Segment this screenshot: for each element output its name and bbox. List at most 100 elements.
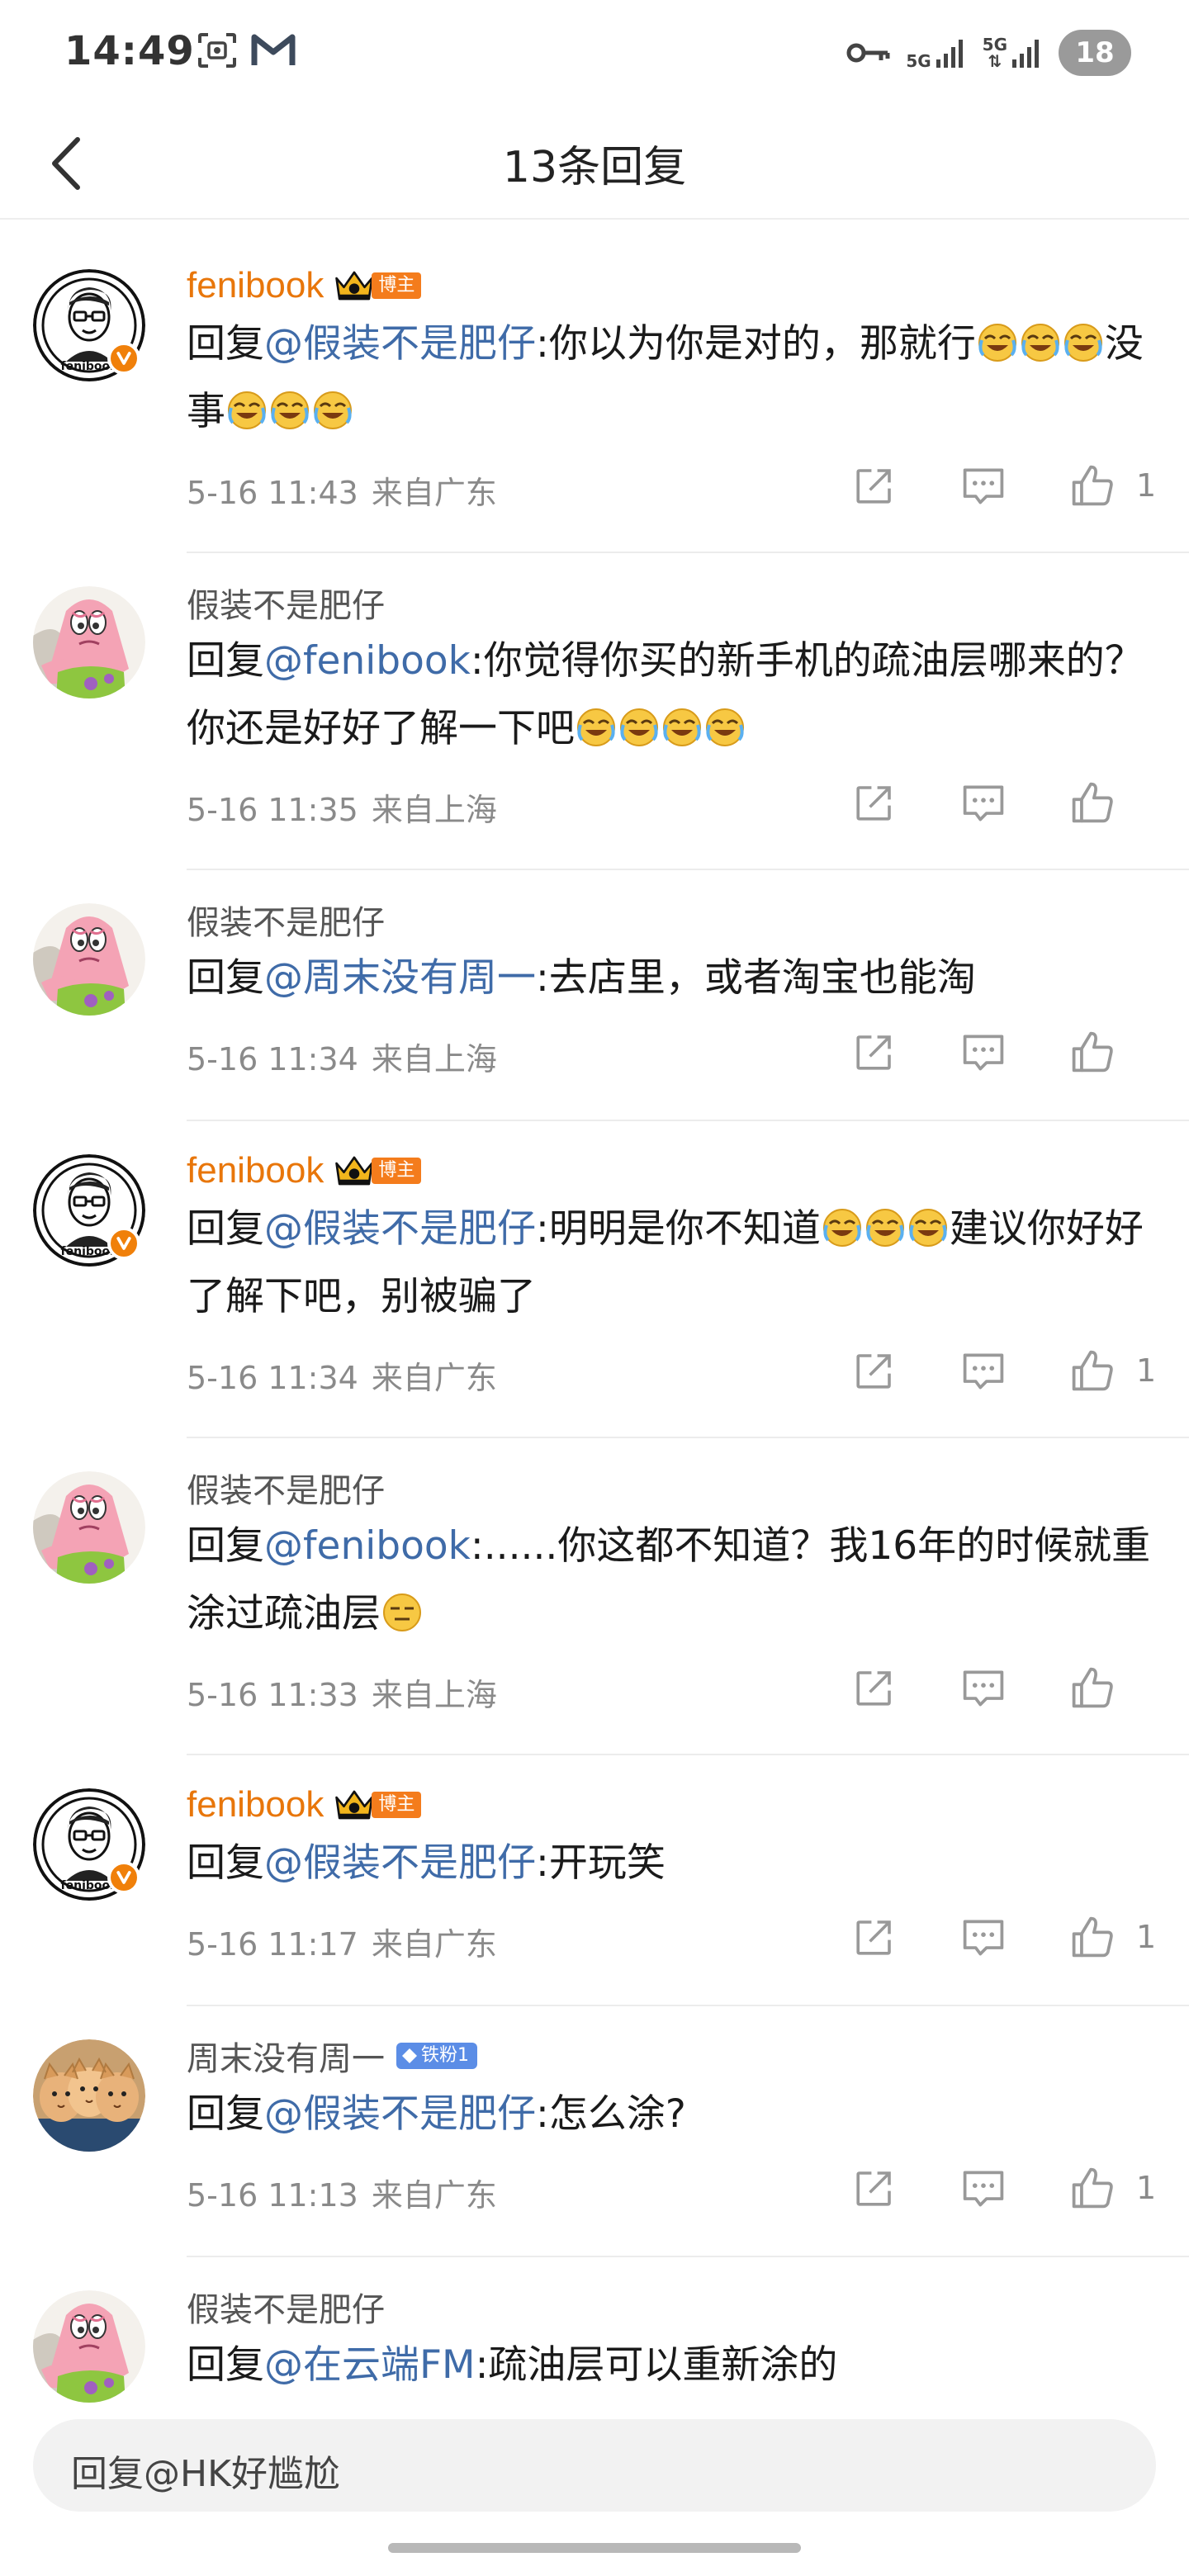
avatar[interactable] [33, 2039, 145, 2152]
location: 来自上海 [371, 1677, 497, 1713]
laugh-cry-emoji-icon [618, 707, 660, 748]
like-button[interactable] [1063, 1661, 1121, 1714]
username[interactable]: 假装不是肥仔 [187, 2283, 385, 2331]
key-icon [846, 43, 890, 63]
comment-button[interactable] [955, 1661, 1012, 1714]
smirk-emoji-icon [381, 1592, 423, 1633]
status-right-icons: 5G 5G ⇅ 18 [846, 30, 1131, 76]
username[interactable]: 假装不是肥仔 [187, 1464, 385, 1512]
reply-text: 回复@假装不是肥仔:明明是你不知道 建议你好好了解下吧，别被骗了 [187, 1206, 1144, 1319]
reply-item: 假装不是肥仔 回复@fenibook:你觉得你买的新手机的疏油层哪来的？你还是好… [0, 553, 1189, 870]
location: 来自广东 [371, 2177, 497, 2214]
username[interactable]: fenibook [187, 1150, 324, 1191]
avatar[interactable] [33, 586, 145, 698]
share-icon [852, 1348, 897, 1393]
share-button[interactable] [846, 1344, 903, 1397]
mention-link[interactable]: @假装不是肥仔 [264, 2091, 536, 2137]
author-badge: 博主 [372, 1158, 422, 1184]
like-button[interactable] [1063, 1025, 1121, 1078]
share-button[interactable] [846, 459, 903, 512]
like-icon [1069, 462, 1116, 509]
comment-icon [960, 1029, 1007, 1075]
mention-link[interactable]: @假装不是肥仔 [264, 1206, 536, 1252]
username[interactable]: 假装不是肥仔 [187, 579, 385, 627]
share-icon [852, 1030, 897, 1074]
like-icon [1069, 2165, 1116, 2211]
timestamp: 5-16 11:17 [187, 1926, 358, 1963]
comment-icon [960, 1914, 1007, 1960]
reply-text: 回复@周末没有周一:去店里，或者淘宝也能淘 [187, 955, 976, 1001]
reply-text: 回复@假装不是肥仔:你以为你是对的，那就行 没事 [187, 321, 1144, 434]
reply-item: fenibook 博主 回复@假装不是肥仔:你以为你是对的，那就行 没事 5-16… [0, 236, 1189, 553]
mention-link[interactable]: @假装不是肥仔 [264, 1840, 536, 1886]
reply-input[interactable]: 回复@HK好尴尬 [33, 2419, 1156, 2512]
comment-icon [960, 1347, 1007, 1394]
like-button[interactable] [1063, 1911, 1121, 1963]
mention-link[interactable]: @周末没有周一 [264, 955, 536, 1001]
avatar[interactable] [33, 903, 145, 1016]
timestamp: 5-16 11:34 [187, 1041, 358, 1077]
like-count: 1 [1136, 2170, 1157, 2206]
reply-item: 假装不是肥仔 回复@周末没有周一:去店里，或者淘宝也能淘 5-16 11:34 来… [0, 870, 1189, 1121]
reply-text: 回复@在云端FM:疏油层可以重新涂的 [187, 2342, 838, 2388]
share-icon [852, 2166, 897, 2210]
share-button[interactable] [846, 1911, 903, 1963]
share-icon [852, 1915, 897, 1959]
crown-badge: 博主 [334, 1788, 422, 1821]
comment-button[interactable] [955, 2162, 1012, 2214]
like-button[interactable] [1063, 776, 1121, 829]
reply-meta: 5-16 11:43 来自广东 [187, 467, 497, 513]
signal-icon-2 [1012, 40, 1039, 68]
location: 来自上海 [371, 1041, 497, 1077]
reply-text: 回复@fenibook:你觉得你买的新手机的疏油层哪来的？你还是好好了解一下吧 [187, 638, 1144, 751]
author-badge: 博主 [372, 1792, 422, 1818]
share-button[interactable] [846, 1661, 903, 1714]
comment-button[interactable] [955, 1344, 1012, 1397]
share-icon [852, 1665, 897, 1710]
like-button[interactable] [1063, 1344, 1121, 1397]
laugh-cry-emoji-icon [576, 707, 617, 748]
page-title: 13条回复 [502, 143, 687, 192]
share-button[interactable] [846, 2162, 903, 2214]
reply-item: fenibook 博主 回复@假装不是肥仔:明明是你不知道 建议你好好了解下吧，别… [0, 1121, 1189, 1438]
laugh-cry-emoji-icon [269, 390, 310, 431]
username[interactable]: 周末没有周一 [187, 2032, 385, 2080]
laugh-cry-emoji-icon [1020, 322, 1061, 363]
like-button[interactable] [1063, 459, 1121, 512]
username[interactable]: fenibook [187, 1784, 324, 1825]
like-count: 1 [1136, 1352, 1157, 1389]
screenshot-icon [198, 33, 236, 68]
comment-button[interactable] [955, 1911, 1012, 1963]
laugh-cry-emoji-icon [822, 1207, 863, 1248]
like-button[interactable] [1063, 2162, 1121, 2214]
avatar[interactable] [33, 2290, 145, 2403]
mention-link[interactable]: @在云端FM [264, 2342, 476, 2388]
reply-list[interactable]: fenibook 博主 回复@假装不是肥仔:你以为你是对的，那就行 没事 5-16… [0, 236, 1189, 2416]
username[interactable]: fenibook [187, 265, 324, 306]
diamond-icon [402, 2048, 417, 2063]
reply-item: 周末没有周一 铁粉1 回复@假装不是肥仔:怎么涂? 5-16 11:13 来自广东… [0, 2006, 1189, 2257]
home-indicator[interactable] [388, 2543, 801, 2553]
share-button[interactable] [846, 1025, 903, 1078]
mention-link[interactable]: @fenibook [264, 638, 471, 684]
reply-meta: 5-16 11:34 来自上海 [187, 1034, 497, 1079]
comment-button[interactable] [955, 459, 1012, 512]
mention-link[interactable]: @假装不是肥仔 [264, 321, 536, 367]
signal-icon-1 [936, 40, 963, 68]
comment-button[interactable] [955, 1025, 1012, 1078]
avatar[interactable] [33, 1471, 145, 1584]
author-badge: 博主 [372, 272, 422, 299]
like-count: 1 [1136, 467, 1157, 504]
crown-icon [334, 269, 375, 302]
comment-button[interactable] [955, 776, 1012, 829]
username[interactable]: 假装不是肥仔 [187, 896, 385, 944]
laugh-cry-emoji-icon [312, 390, 353, 431]
share-icon [852, 463, 897, 508]
comment-icon [960, 779, 1007, 826]
mention-link[interactable]: @fenibook [264, 1523, 471, 1569]
laugh-cry-emoji-icon [1063, 322, 1104, 363]
location: 来自广东 [371, 1926, 497, 1963]
share-button[interactable] [846, 776, 903, 829]
laugh-cry-emoji-icon [977, 322, 1018, 363]
like-icon [1069, 1914, 1116, 1960]
